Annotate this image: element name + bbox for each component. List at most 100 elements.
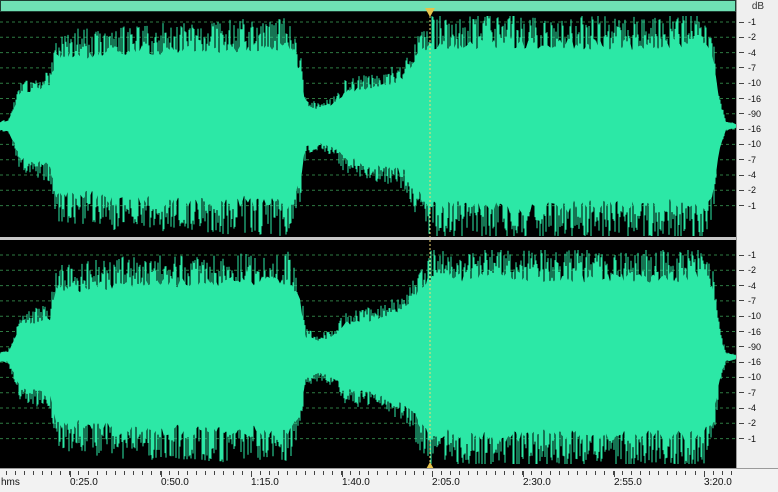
channel-right-waveform[interactable]: [0, 250, 736, 464]
db-tick-lower: -2: [739, 264, 756, 276]
time-tick: [178, 471, 179, 475]
time-tick: [51, 471, 52, 475]
db-tick-label: -90: [748, 341, 762, 352]
time-tick: [269, 471, 270, 475]
db-ruler: dB -1 -2 -4 -7 -10 -16 -90 -16 -10 -7 -4 -2 -1 -1 -2 -4…: [736, 0, 778, 468]
time-tick: [550, 471, 551, 475]
time-tick: [196, 471, 197, 475]
db-tick-mark: [739, 205, 744, 207]
time-tick: [722, 471, 723, 475]
db-tick-lower: -1: [739, 249, 756, 261]
timeline-ruler[interactable]: hms 0:25.0 0:50.0 1:15.0 1:40.0 2:05.0 2:30.0…: [0, 468, 778, 492]
time-tick: [42, 471, 43, 475]
db-tick-upper: -16: [739, 93, 761, 105]
db-tick-label: -7: [748, 387, 757, 398]
time-tick: [287, 471, 288, 475]
db-tick-label: -2: [748, 418, 757, 429]
db-tick-upper: -7: [739, 154, 756, 166]
db-tick-upper: -1: [739, 16, 756, 28]
db-tick-mark: [739, 159, 744, 161]
playhead-top-marker-icon[interactable]: [425, 8, 435, 17]
time-tick: [133, 471, 134, 475]
time-tick: [414, 471, 415, 475]
time-tick: [685, 471, 686, 475]
db-tick-label: -4: [748, 280, 757, 291]
time-tick: [296, 471, 297, 475]
time-tick: [495, 471, 496, 475]
time-tick: [214, 471, 215, 475]
db-tick-label: -10: [748, 311, 762, 322]
db-tick-upper: -16: [739, 123, 761, 135]
db-tick-mark: [739, 331, 744, 332]
time-tick: [242, 471, 243, 475]
db-tick-upper: -90: [739, 108, 761, 120]
db-tick-upper: -7: [739, 62, 756, 74]
db-tick-mark: [739, 113, 744, 115]
time-tick: [124, 471, 125, 475]
db-unit-label: dB: [751, 1, 765, 12]
db-tick-lower: -90: [739, 341, 761, 353]
db-tick-lower: -4: [739, 402, 756, 414]
time-tick: [468, 471, 469, 475]
channel-left-waveform[interactable]: [0, 16, 736, 236]
db-tick-label: -16: [748, 357, 762, 368]
db-tick-label: -4: [748, 403, 757, 413]
db-tick-mark: [739, 376, 744, 378]
db-tick-mark: [739, 98, 744, 99]
time-label: 0:25.0: [70, 477, 98, 488]
time-tick: [396, 471, 397, 475]
time-tick: [595, 471, 596, 475]
db-tick-mark: [739, 422, 744, 424]
db-tick-label: -2: [748, 32, 757, 43]
db-tick-mark: [739, 52, 744, 54]
db-tick-upper: -4: [739, 47, 756, 59]
time-tick: [568, 471, 569, 475]
db-tick-upper: -10: [739, 138, 761, 150]
time-tick: [205, 471, 206, 475]
time-label: 2:55.0: [614, 477, 642, 488]
time-tick: [278, 471, 279, 475]
channel-separator[interactable]: [0, 237, 736, 240]
waveform-editor[interactable]: dB -1 -2 -4 -7 -10 -16 -90 -16 -10 -7 -4 -2 -1 -1 -2 -4…: [0, 0, 778, 492]
time-tick: [676, 471, 677, 475]
time-tick: [423, 471, 424, 475]
db-tick-mark: [739, 21, 744, 23]
db-tick-lower: -4: [739, 280, 756, 292]
waveform-transients: [0, 250, 736, 464]
time-tick: [323, 471, 324, 475]
time-tick: [713, 471, 714, 475]
time-tick: [586, 471, 587, 475]
time-tick: [531, 471, 532, 475]
time-tick: [169, 471, 170, 475]
time-tick: [622, 471, 623, 475]
waveform-display[interactable]: [0, 0, 736, 468]
time-tick: [106, 471, 107, 475]
db-tick-mark: [739, 407, 744, 409]
time-tick: [15, 471, 16, 475]
db-tick-mark: [739, 36, 744, 38]
db-tick-label: -1: [748, 200, 757, 211]
db-tick-mark: [739, 82, 744, 84]
time-label: 2:30.0: [523, 477, 551, 488]
time-tick: [377, 471, 378, 475]
time-tick: [658, 471, 659, 475]
time-tick: [486, 471, 487, 475]
time-tick: [142, 471, 143, 475]
time-label: 1:40.0: [342, 477, 370, 488]
db-tick-mark: [739, 315, 744, 317]
time-tick: [405, 471, 406, 475]
db-tick-upper: -2: [739, 184, 756, 196]
db-tick-label: -1: [748, 433, 757, 444]
db-tick-label: -2: [748, 265, 757, 276]
time-tick: [97, 471, 98, 475]
db-tick-mark: [739, 346, 744, 348]
time-tick: [577, 471, 578, 475]
time-tick: [115, 471, 116, 475]
db-tick-lower: -1: [739, 433, 756, 445]
time-tick: [368, 471, 369, 475]
db-tick-label: -16: [748, 124, 762, 135]
db-tick-label: -10: [748, 139, 762, 150]
time-tick: [223, 471, 224, 475]
time-tick: [78, 471, 79, 475]
time-tick: [359, 471, 360, 475]
